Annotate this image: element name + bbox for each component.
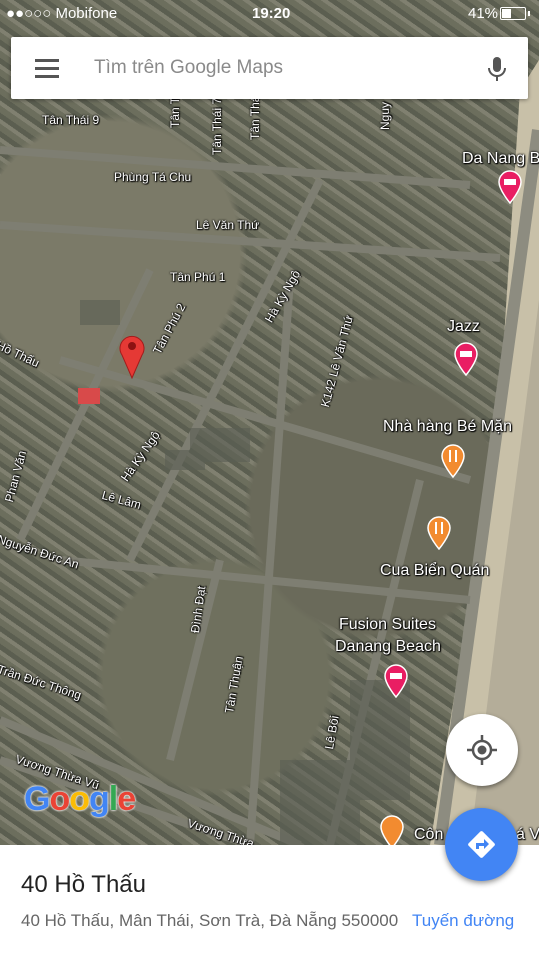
street-label: Tân Thái 7 <box>210 97 224 155</box>
street-label: Tân Thái <box>248 92 262 140</box>
menu-icon[interactable] <box>35 59 59 78</box>
street-label: Tân Phú 1 <box>170 270 226 284</box>
directions-icon <box>468 831 495 858</box>
search-input[interactable]: Tìm trên Google Maps <box>94 57 283 79</box>
street-label: Phùng Tá Chu <box>114 170 192 184</box>
poi-label[interactable]: Fusion Suites <box>339 616 436 634</box>
google-logo: Google <box>24 780 136 818</box>
hotel-marker-icon[interactable] <box>453 342 479 376</box>
hotel-marker-icon[interactable] <box>497 170 523 204</box>
carrier-label: ●●○○○ Mobifone <box>6 5 118 22</box>
street-label: Nguy <box>378 101 392 130</box>
selected-location-pin-icon[interactable] <box>118 333 146 379</box>
place-title: 40 Hồ Thấu <box>21 871 146 898</box>
poi-label[interactable]: Cua Biển Quán <box>380 562 489 580</box>
poi-label[interactable]: Danang Beach <box>335 638 441 656</box>
battery-icon <box>500 7 526 20</box>
clock: 19:20 <box>252 5 291 22</box>
poi-label[interactable]: Nhà hàng Bé Mặn <box>383 418 512 436</box>
battery-percent: 41% <box>468 5 499 22</box>
restaurant-marker-icon[interactable] <box>426 516 452 550</box>
hotel-marker-icon[interactable] <box>383 664 409 698</box>
search-bar[interactable]: Tìm trên Google Maps <box>11 37 528 99</box>
restaurant-marker-icon[interactable] <box>440 444 466 478</box>
poi-label[interactable]: Côn <box>414 826 443 844</box>
restaurant-marker-icon[interactable] <box>379 815 405 845</box>
battery-tip <box>528 11 530 16</box>
crosshair-icon <box>467 735 497 765</box>
place-address: 40 Hồ Thấu, Mân Thái, Sơn Trà, Đà Nẵng 5… <box>21 911 399 930</box>
poi-label[interactable]: Jazz <box>447 318 480 336</box>
microphone-icon[interactable] <box>485 55 509 83</box>
poi-label[interactable]: á Vi <box>516 826 539 844</box>
route-link[interactable]: Tuyến đường <box>412 911 514 931</box>
road-network <box>0 146 501 845</box>
my-location-button[interactable] <box>446 714 518 786</box>
status-bar: ●●○○○ Mobifone 19:20 41% <box>0 0 539 28</box>
poi-label[interactable]: Da Nang B <box>462 150 539 168</box>
street-label: Lê Văn Thứ <box>196 218 260 232</box>
red-roof <box>78 388 100 404</box>
directions-button[interactable] <box>445 808 518 881</box>
street-label: Tân Thái 9 <box>42 113 100 127</box>
map-satellite-view[interactable]: Tân Thái 9 Tân Thái 8 Tân Thái 7 Tân Thá… <box>0 0 539 845</box>
